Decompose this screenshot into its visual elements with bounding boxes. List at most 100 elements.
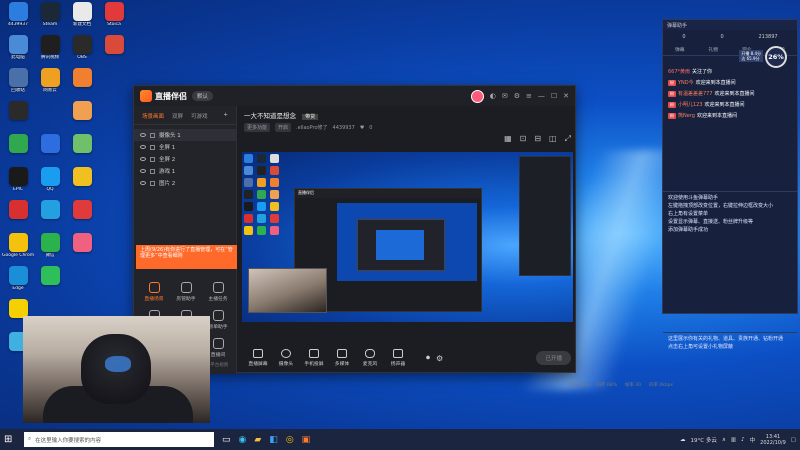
tab-game[interactable]: 可游戏 (191, 112, 208, 120)
clock[interactable]: 13:41 2022/10/9 (760, 434, 786, 446)
close-icon[interactable]: ✕ (563, 92, 569, 100)
camera-button[interactable]: 摄像头 (272, 349, 300, 367)
tab-danmu[interactable]: 弹幕 (675, 46, 685, 53)
menu-icon[interactable]: ≡ (526, 92, 532, 100)
message-icon[interactable]: ✉ (502, 92, 508, 100)
maximize-icon[interactable]: ☐ (551, 92, 557, 100)
desktop-icon[interactable]: Stoica (98, 2, 130, 35)
settings-icon[interactable]: ⚙ (514, 92, 520, 100)
notification-icon[interactable]: ▢ (791, 437, 796, 443)
source-checkbox[interactable] (150, 132, 155, 138)
volume-icon[interactable]: ♪ (741, 437, 745, 443)
eye-icon[interactable] (140, 157, 146, 161)
eye-icon[interactable] (140, 181, 146, 185)
source-item[interactable]: 游戏 1 (134, 165, 236, 177)
eye-icon[interactable] (140, 169, 146, 173)
desktop-icon[interactable]: 此电脑 (2, 35, 34, 68)
tab-scene[interactable]: 场景画面 (142, 112, 164, 120)
source-item[interactable]: 全屏 1 (134, 141, 236, 153)
danmu-assistant-panel[interactable]: 弹幕助手 0 0 213897 弹幕 礼物 观众 榜单 开播 8.4分达 65.… (662, 19, 798, 350)
media-button[interactable]: 多媒体 (328, 349, 356, 367)
microphone-button[interactable]: 麦克风 (356, 349, 384, 367)
desktop-icon[interactable]: QQ (34, 167, 66, 200)
title-bar[interactable]: 直播伴侣 默认 ◐ ✉ ⚙ ≡ — ☐ ✕ (134, 86, 575, 106)
chat-username[interactable]: 熊Nerg (678, 112, 695, 119)
tool-button[interactable]: 房管助手 (170, 278, 202, 306)
tray-up-icon[interactable]: ∧ (722, 437, 726, 443)
version-badge[interactable]: 默认 (192, 91, 214, 101)
eye-icon[interactable] (140, 133, 146, 137)
tool-button[interactable]: 主播任务 (202, 278, 234, 306)
record-icon[interactable]: ⏺ (426, 353, 430, 363)
speaker-button[interactable]: 扬声器 (384, 349, 412, 367)
skin-icon[interactable]: ◐ (490, 92, 496, 100)
source-item[interactable]: 全屏 2 (134, 153, 236, 165)
desktop-icon[interactable] (34, 266, 66, 299)
source-checkbox[interactable] (150, 180, 155, 186)
tool-button[interactable]: 直播场景 (138, 278, 170, 306)
chrome-icon[interactable]: ◎ (286, 435, 294, 445)
desktop-icon[interactable]: 新建文档 (66, 2, 98, 35)
desktop-icon[interactable] (66, 101, 98, 134)
chat-username[interactable]: 667*黄雨 (668, 68, 690, 75)
source-checkbox[interactable] (150, 144, 155, 150)
desktop-icon[interactable] (2, 101, 34, 134)
desktop-icon[interactable] (98, 35, 130, 68)
taskbar-search[interactable]: ⌕ 在这里输入你要搜索的内容 (24, 432, 214, 447)
desktop-icon[interactable]: 微信 (34, 233, 66, 266)
layout-icon[interactable]: ▦ (504, 134, 512, 144)
unlock-icon[interactable]: ⊟ (534, 134, 541, 144)
desktop-icon[interactable]: Google Chrome (2, 233, 34, 266)
desktop-icon[interactable] (34, 134, 66, 167)
user-avatar[interactable] (470, 89, 484, 103)
desktop-icon[interactable] (66, 68, 98, 101)
gear-icon[interactable]: ⚙ (436, 354, 443, 363)
store-icon[interactable]: ◧ (269, 435, 278, 445)
desktop-icon[interactable] (2, 200, 34, 233)
room-title[interactable]: 一大不知道是想念 带货 (244, 110, 573, 120)
desktop-icon[interactable] (66, 200, 98, 233)
chat-username[interactable]: 有温差差差777 (678, 90, 713, 97)
streaming-app-icon[interactable]: ▣ (302, 435, 311, 445)
source-checkbox[interactable] (150, 156, 155, 162)
minimize-icon[interactable]: — (538, 92, 545, 100)
windows-start-icon[interactable]: ⊞ (4, 434, 20, 445)
more-functions-button[interactable]: 更多功能 (244, 123, 271, 132)
enable-button[interactable]: 开启 (275, 123, 292, 132)
screenshot-icon[interactable]: ◫ (549, 134, 557, 144)
ime-icon[interactable]: 中 (750, 436, 756, 444)
network-icon[interactable]: ▥ (731, 437, 736, 443)
source-item[interactable]: 摄像头 1 (134, 129, 236, 141)
desktop-icon[interactable] (66, 167, 98, 200)
source-checkbox[interactable] (150, 168, 155, 174)
desktop-icon[interactable]: Edge (2, 266, 34, 299)
fullscreen-icon[interactable]: ⤢ (565, 134, 571, 144)
screen-share-button[interactable]: 直播屏幕 (244, 349, 272, 367)
desktop-icon[interactable]: OBS (66, 35, 98, 68)
desktop-icon[interactable]: 4439937 (2, 2, 34, 35)
desktop-icon[interactable]: EPIC (2, 167, 34, 200)
desktop-icon[interactable] (66, 134, 98, 167)
lock-icon[interactable]: ⊡ (520, 134, 527, 144)
desktop-icon[interactable] (66, 233, 98, 266)
notice-banner[interactable]: 上周(9/26)有你进行了直播管理，可在“管理更多”中查看细则 (136, 245, 237, 269)
eye-icon[interactable] (140, 145, 146, 149)
edge-icon[interactable]: ◉ (239, 435, 247, 445)
phone-cast-button[interactable]: 手机投屏 (300, 349, 328, 367)
chat-username[interactable]: 小明儿123 (678, 101, 703, 108)
desktop-icon[interactable]: Steam (34, 2, 66, 35)
weather-text[interactable]: 19°C 多云 (691, 436, 717, 444)
desktop-icon[interactable]: 回收站 (2, 68, 34, 101)
source-item[interactable]: 图片 2 (134, 177, 236, 189)
desktop-icon[interactable]: 网易云 (34, 68, 66, 101)
desktop-icon[interactable]: 腾讯视频 (34, 35, 66, 68)
desktop-icon[interactable] (34, 200, 66, 233)
tab-gifts[interactable]: 礼物 (708, 46, 718, 53)
task-view-icon[interactable]: ▭ (222, 435, 231, 445)
chat-username[interactable]: YND今 (678, 79, 694, 86)
desktop-icon[interactable] (2, 134, 34, 167)
tab-dual[interactable]: 双屏 (172, 112, 183, 120)
add-scene-icon[interactable]: + (223, 112, 228, 120)
go-live-button[interactable]: 已开播 (536, 351, 571, 365)
explorer-icon[interactable]: ▰ (254, 435, 261, 445)
